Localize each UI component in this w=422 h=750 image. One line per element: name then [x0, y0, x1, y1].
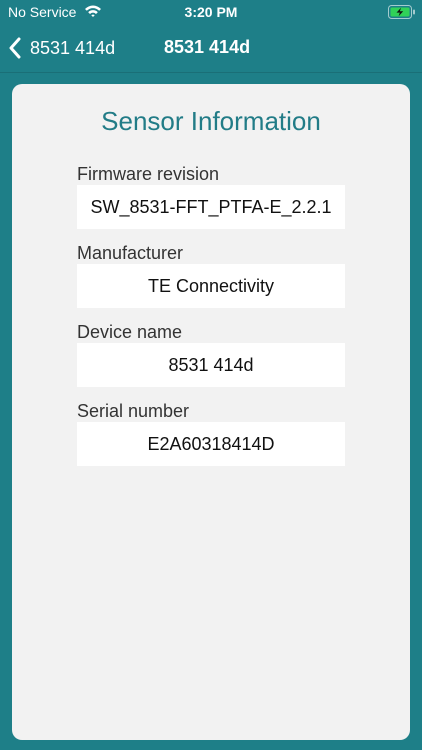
back-button-label: 8531 414d: [30, 37, 116, 58]
manufacturer-label: Manufacturer: [77, 243, 184, 263]
navigation-bar: 8531 414d 8531 414d: [0, 24, 422, 73]
back-button[interactable]: 8531 414d: [8, 34, 115, 62]
chevron-left-icon: [9, 37, 21, 59]
manufacturer-value: TE Connectivity: [77, 264, 345, 308]
serial-number-value: E2A60318414D: [77, 422, 345, 466]
firmware-revision-label: Firmware revision: [77, 164, 220, 184]
device-name-label: Device name: [77, 322, 183, 342]
device-name-value: 8531 414d: [77, 343, 345, 387]
firmware-revision-value: SW_8531-FFT_PTFA-E_2.2.1: [77, 185, 345, 229]
sensor-information-card: Sensor Information Firmware revision SW_…: [12, 84, 410, 740]
card-title: Sensor Information: [101, 106, 321, 136]
serial-number-label: Serial number: [77, 401, 190, 421]
status-time: 3:20 PM: [184, 4, 238, 20]
nav-title: 8531 414d: [164, 37, 251, 57]
battery-charging-icon: [388, 5, 415, 19]
status-bar: No Service 3:20 PM: [0, 0, 422, 24]
